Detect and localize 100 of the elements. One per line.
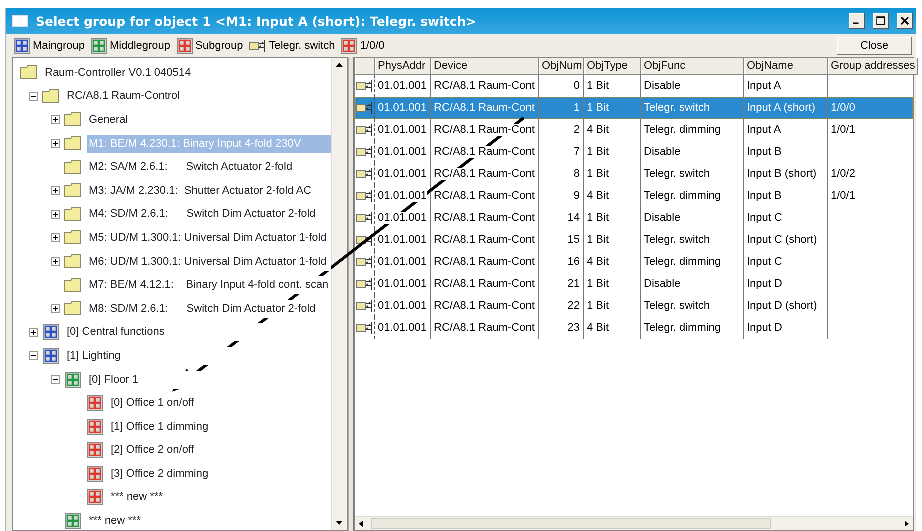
table-cell: 1/0/2 [831,168,856,180]
collapse-icon[interactable] [50,375,60,384]
table-cell: 01.01.001 [378,322,427,334]
table-cell: 01.01.001 [378,124,427,136]
table-cell: 22 [568,300,580,312]
table-cell: 01.01.001 [378,212,427,224]
group-icon [65,372,81,388]
table-row[interactable]: 01.01.001 RC/A8.1 Raum-Cont 23 4 Bit Telegr. dimming Input D [355,317,913,339]
table-cell: 2 [574,124,580,136]
splitter[interactable] [348,57,354,531]
collapse-icon[interactable] [28,92,38,101]
close-icon[interactable] [897,13,913,29]
group-icon [87,489,103,506]
table-cell: 8 [574,168,580,180]
table-cell: 4 Bit [587,190,610,202]
table-cell: RC/A8.1 Raum-Cont [434,256,535,268]
table-row[interactable]: 01.01.001 RC/A8.1 Raum-Cont 8 1 Bit Telegr. switch Input B (short) 1/0/2 [355,163,913,185]
table-cell: Telegr. dimming [644,256,722,268]
group-icon [87,442,103,458]
column-header[interactable]: ObjName [744,58,828,75]
table-row[interactable]: 01.01.001 RC/A8.1 Raum-Cont 2 4 Bit Telegr. dimming Input A 1/0/1 [355,119,913,141]
group-icon [176,38,193,54]
object-icon [356,102,373,114]
table-cell: Disable [644,278,681,290]
object-icon [356,146,373,158]
object-icon [356,190,373,202]
table-cell: 14 [568,212,580,224]
group-icon [87,466,103,482]
column-header[interactable]: ObjNum [539,58,584,75]
group-icon [43,324,59,340]
table-cell: Telegr. dimming [644,322,722,334]
expand-icon[interactable] [50,115,60,124]
table-cell: 7 [574,146,580,158]
table-cell: RC/A8.1 Raum-Cont [434,124,535,136]
table-cell: 01.01.001 [378,300,427,312]
table-cell: 1/0/1 [831,190,856,202]
table-cell: 01.01.001 [378,234,427,246]
expand-icon[interactable] [50,233,60,242]
folder-icon [20,65,38,80]
table-row[interactable]: 01.01.001 RC/A8.1 Raum-Cont 15 1 Bit Telegr. switch Input C (short) [355,229,913,251]
minimize-icon[interactable] [849,13,865,29]
table-cell: 01.01.001 [378,80,427,92]
close-button[interactable]: Close [837,36,912,54]
table-row[interactable]: 01.01.001 RC/A8.1 Raum-Cont 14 1 Bit Disable Input C [355,207,913,229]
table-row[interactable]: 01.01.001 RC/A8.1 Raum-Cont 1 1 Bit Telegr. switch Input A (short) 1/0/0 [355,97,913,119]
scrollbar-thumb[interactable] [371,518,771,529]
column-header[interactable]: Device [431,58,539,75]
table-cell: Input A [747,80,782,92]
object-icon [356,80,373,92]
table-cell: 16 [568,256,580,268]
table-cell: Input C (short) [747,234,818,246]
column-header[interactable]: ObjType [584,58,641,75]
table-row[interactable]: 01.01.001 RC/A8.1 Raum-Cont 22 1 Bit Telegr. switch Input D (short) [355,295,913,317]
legend-label: Subgroup [196,40,244,52]
vertical-scrollbar[interactable] [331,58,347,530]
expand-icon[interactable] [50,139,60,148]
maximize-icon[interactable] [873,13,889,29]
table-cell: 01.01.001 [378,256,427,268]
column-header[interactable]: PhysAddr [375,58,431,75]
table-cell: RC/A8.1 Raum-Cont [434,80,535,92]
table-cell: RC/A8.1 Raum-Cont [434,102,535,114]
horizontal-scrollbar[interactable] [355,516,913,530]
table-cell: 1 Bit [587,234,610,246]
table-cell: 1 Bit [587,80,610,92]
table-row[interactable]: 01.01.001 RC/A8.1 Raum-Cont 21 1 Bit Disable Input D [355,273,913,295]
expand-icon[interactable] [50,304,60,314]
table-cell: Input C [747,212,782,224]
table-cell: Input B [747,190,782,202]
folder-icon [64,254,82,270]
table-cell: Telegr. switch [644,300,710,312]
column-header[interactable]: Group addresses [828,58,918,75]
column-header[interactable] [355,58,375,75]
table-row[interactable]: 01.01.001 RC/A8.1 Raum-Cont 9 4 Bit Telegr. dimming Input B 1/0/1 [355,185,913,207]
folder-icon [64,278,82,293]
object-icon [356,300,373,312]
group-icon [87,418,103,435]
table-row[interactable]: 01.01.001 RC/A8.1 Raum-Cont 7 1 Bit Disable Input B [355,141,913,163]
expand-icon[interactable] [50,186,60,196]
table-cell: 1 Bit [587,212,610,224]
collapse-icon[interactable] [28,351,38,360]
table-cell: 1 Bit [587,168,610,180]
table-cell: 23 [568,322,580,334]
expand-icon[interactable] [50,210,60,219]
table-cell: Input D [747,322,782,334]
group-icon [90,38,107,54]
tree-item[interactable]: M7: BE/M 4.12.1: Binary Input 4-fold cont. scan [87,276,331,294]
table-cell: 9 [574,190,580,202]
table-cell: Disable [644,212,681,224]
column-header[interactable]: ObjFunc [641,58,744,75]
table-cell: Input D [747,278,782,290]
table-row[interactable]: 01.01.001 RC/A8.1 Raum-Cont 16 4 Bit Telegr. dimming Input C [355,251,913,273]
table-cell: 4 Bit [587,256,610,268]
table-cell: 4 Bit [587,322,610,334]
group-icon [43,348,59,364]
table-cell: 0 [574,80,580,92]
expand-icon[interactable] [50,257,60,266]
table-cell: 15 [568,234,580,246]
table-cell: 01.01.001 [378,146,427,158]
object-icon [356,256,373,268]
expand-icon[interactable] [28,328,38,337]
